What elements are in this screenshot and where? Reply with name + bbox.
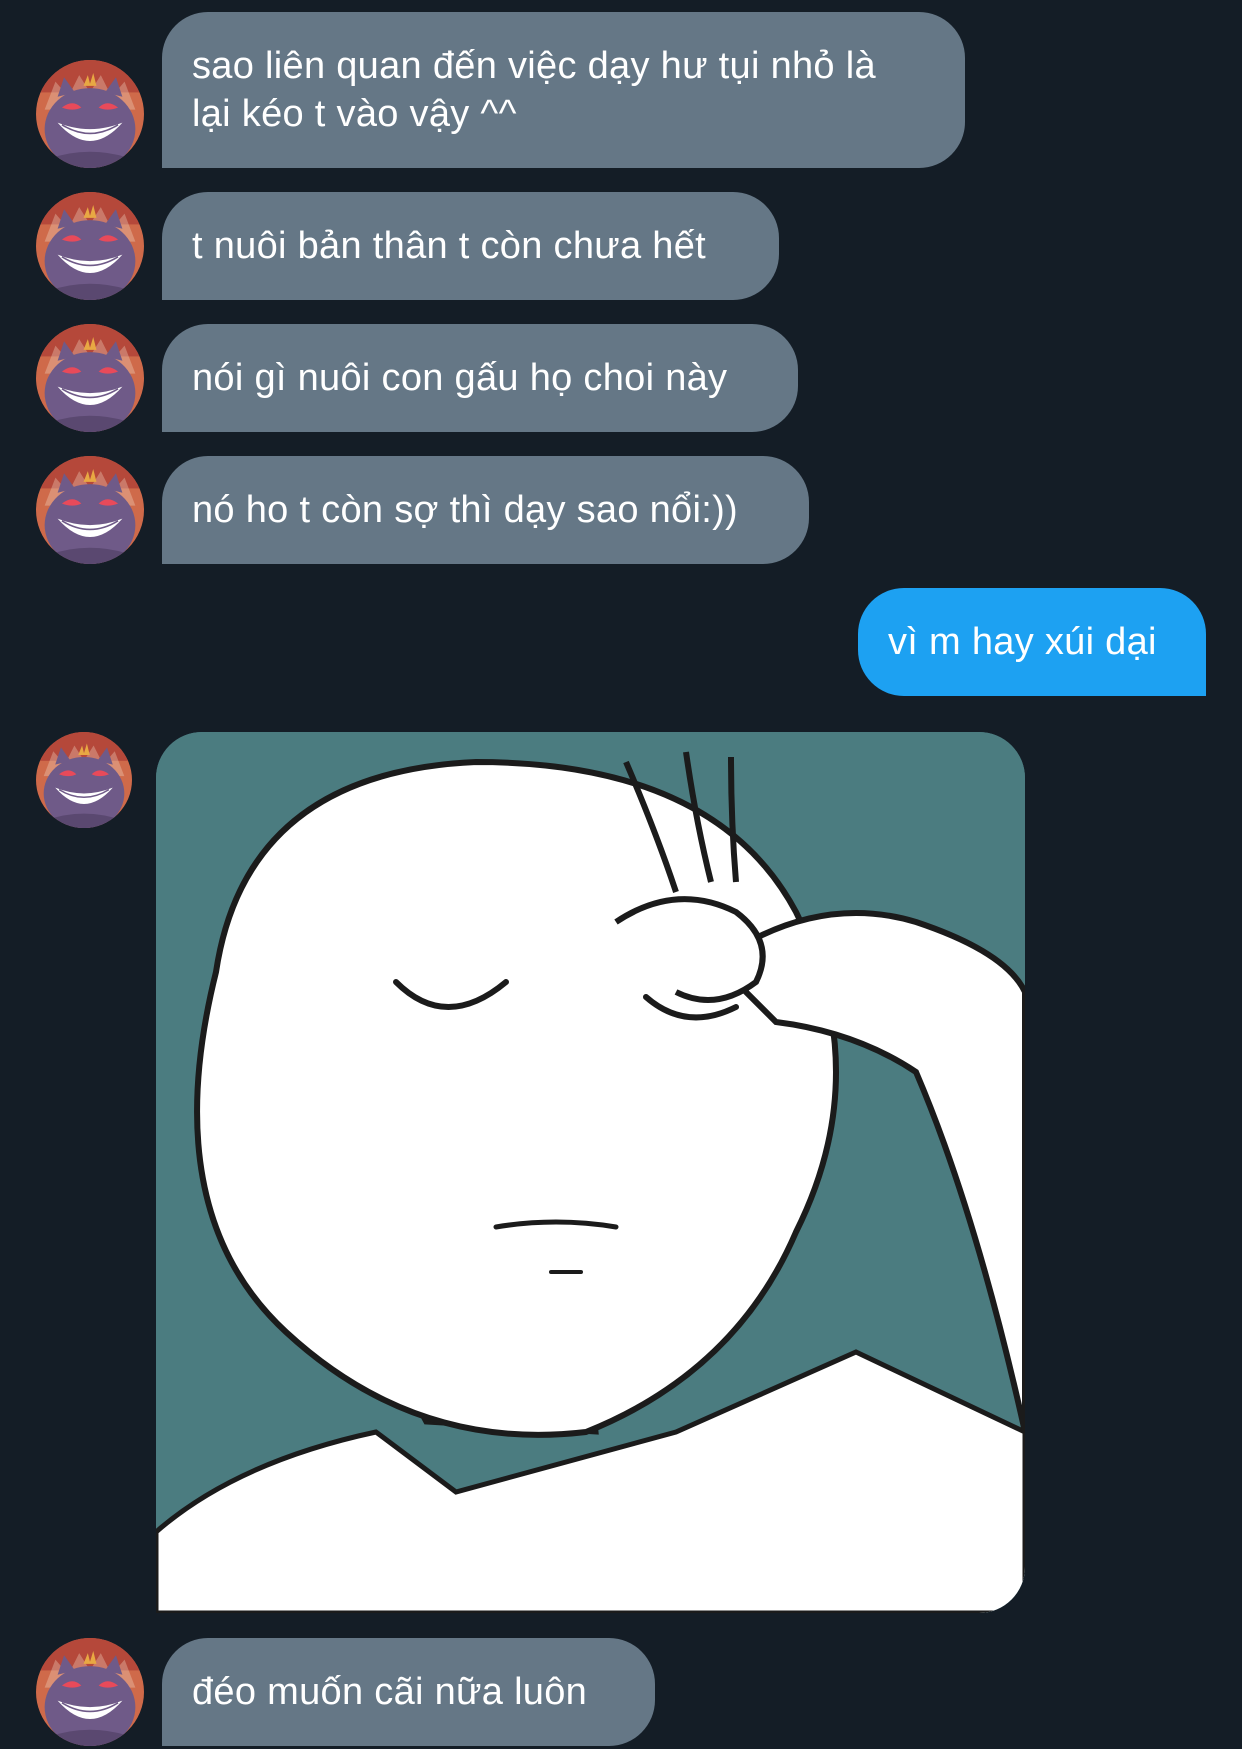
gengar-avatar-icon[interactable] bbox=[36, 732, 132, 828]
outgoing-message-bubble[interactable]: vì m hay xúi dại bbox=[858, 588, 1206, 696]
incoming-message-bubble[interactable]: đéo muốn cãi nữa luôn bbox=[162, 1638, 655, 1746]
gengar-avatar-icon[interactable] bbox=[36, 1638, 144, 1746]
gengar-avatar-icon[interactable] bbox=[36, 60, 144, 168]
incoming-message-bubble[interactable]: nói gì nuôi con gấu họ choi này bbox=[162, 324, 798, 432]
facepalm-meme-image[interactable] bbox=[156, 732, 1025, 1613]
incoming-message-bubble[interactable]: nó ho t còn sợ thì dạy sao nổi:)) bbox=[162, 456, 809, 564]
gengar-avatar-icon[interactable] bbox=[36, 192, 144, 300]
conversation-thread: sao liên quan đến việc dạy hư tụi nhỏ là… bbox=[0, 0, 1242, 1749]
gengar-avatar-icon[interactable] bbox=[36, 456, 144, 564]
incoming-message-bubble[interactable]: sao liên quan đến việc dạy hư tụi nhỏ là… bbox=[162, 12, 965, 168]
gengar-avatar-icon[interactable] bbox=[36, 324, 144, 432]
incoming-message-bubble[interactable]: t nuôi bản thân t còn chưa hết bbox=[162, 192, 779, 300]
